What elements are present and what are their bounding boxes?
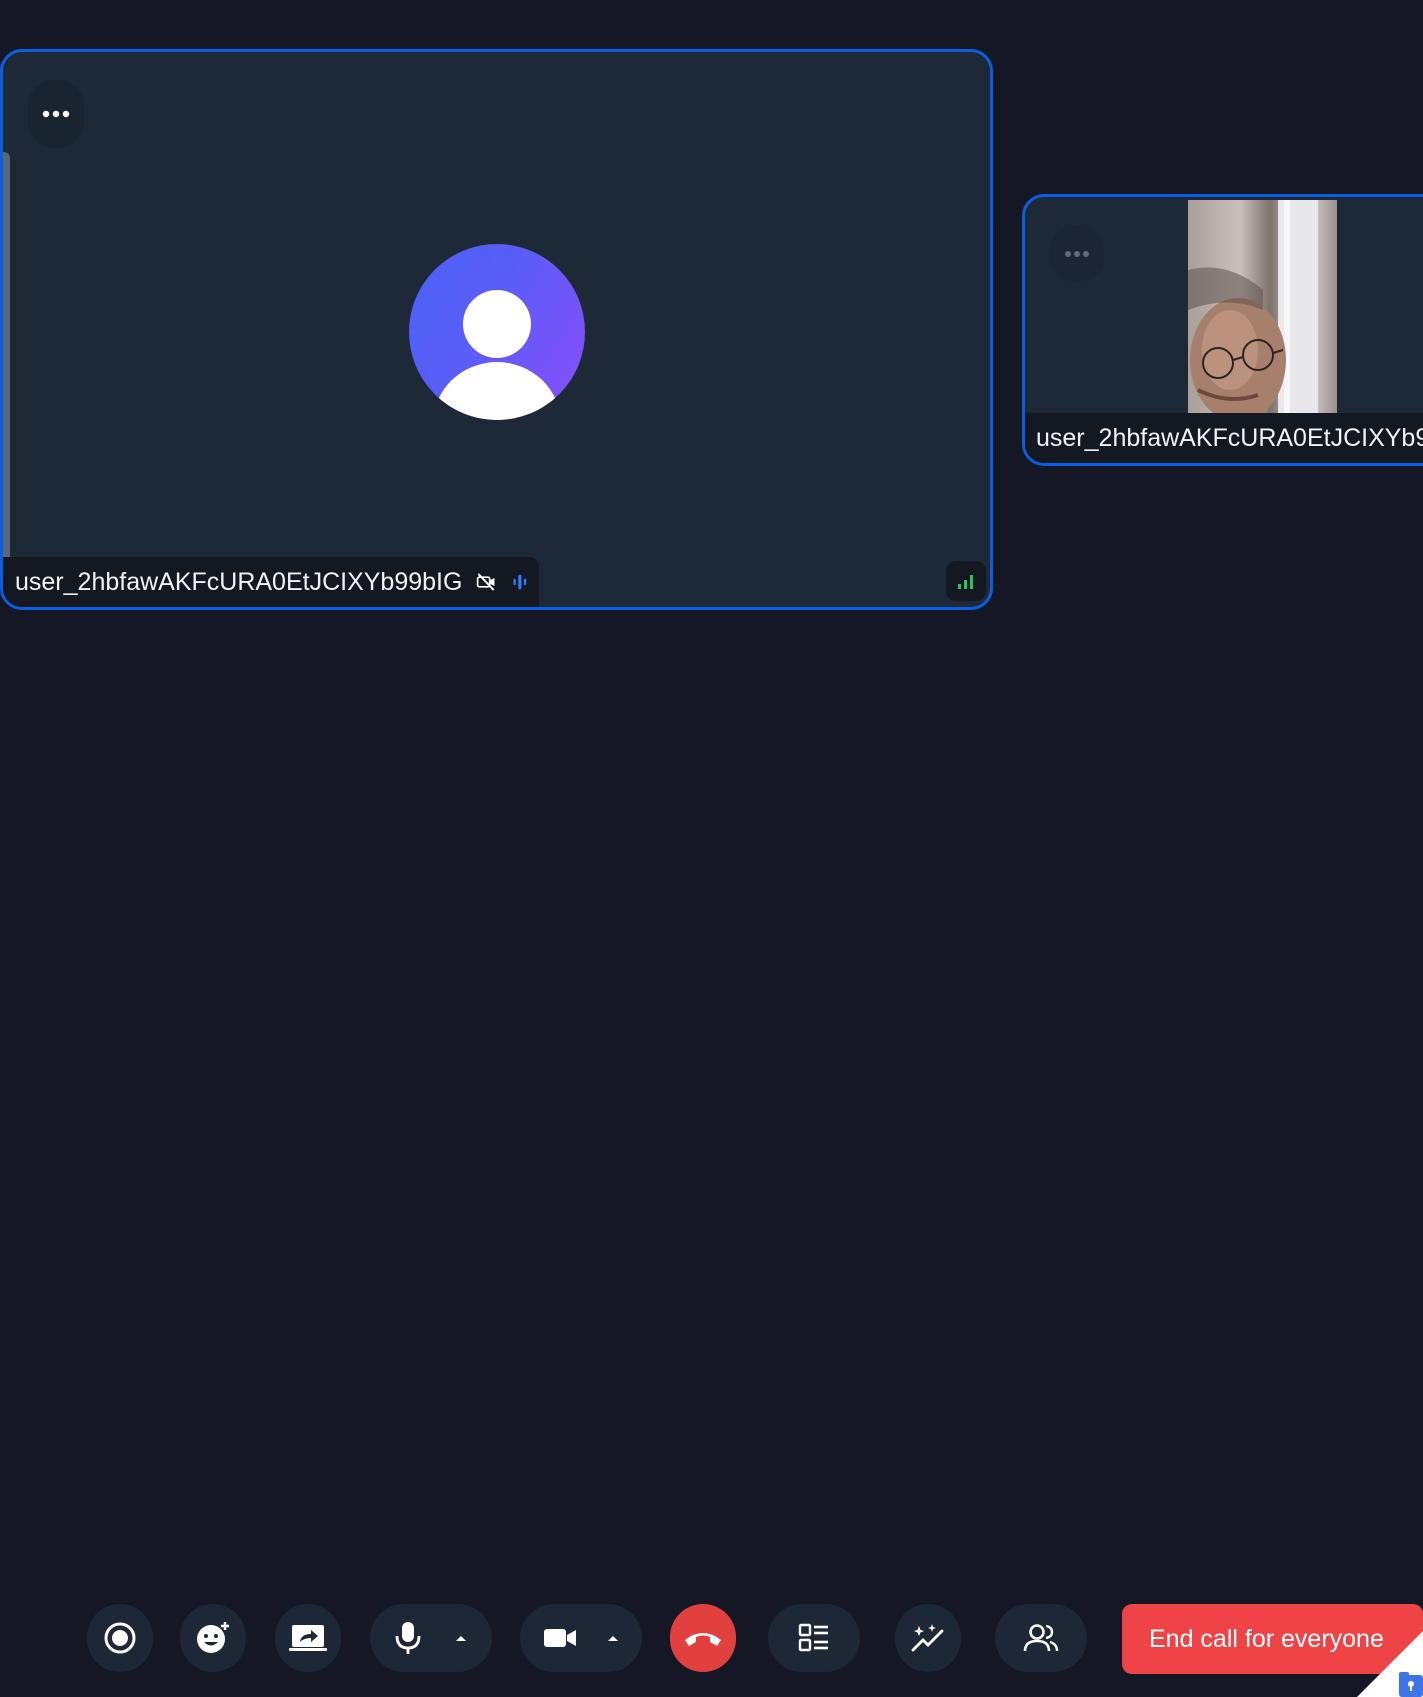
reaction-icon [197, 1622, 229, 1653]
participant-name-bar: user_2hbfawAKFcURA0EtJCIXYb9 [1025, 413, 1423, 463]
hang-up-button[interactable] [670, 1604, 736, 1672]
camera-icon [543, 1629, 576, 1647]
speaking-icon [513, 574, 527, 590]
camera-control[interactable] [520, 1604, 642, 1672]
screen-share-button[interactable] [275, 1604, 341, 1672]
lock-folder-icon[interactable] [1397, 1667, 1423, 1697]
microphone-control[interactable] [370, 1604, 492, 1672]
effects-icon [911, 1624, 944, 1652]
record-button[interactable] [87, 1604, 153, 1672]
layout-icon [798, 1623, 828, 1652]
participant-tile-side[interactable]: user_2hbfawAKFcURA0EtJCIXYb9 [1022, 194, 1423, 466]
side-panel-handle[interactable] [3, 152, 10, 582]
chevron-up-icon[interactable] [454, 1633, 468, 1643]
avatar-icon [433, 290, 561, 420]
effects-button[interactable] [895, 1604, 961, 1672]
end-call-for-everyone-label: End call for everyone [1149, 1624, 1384, 1653]
hang-up-icon [685, 1633, 721, 1646]
chevron-up-icon[interactable] [606, 1633, 620, 1643]
more-icon [1065, 251, 1089, 257]
participant-tile-main[interactable]: user_2hbfawAKFcURA0EtJCIXYb99bIG [0, 49, 993, 610]
video-off-icon [477, 573, 495, 591]
screen-share-icon [289, 1625, 327, 1651]
call-controls: End call for everyone [0, 1604, 1423, 1674]
connection-quality [946, 561, 986, 601]
reaction-button[interactable] [180, 1604, 246, 1672]
signal-icon [958, 575, 973, 589]
microphone-icon [395, 1622, 421, 1654]
participants-icon [1023, 1624, 1059, 1652]
participants-button[interactable] [995, 1604, 1087, 1672]
participant-video [1188, 200, 1337, 415]
participant-name: user_2hbfawAKFcURA0EtJCIXYb99bIG [15, 567, 463, 596]
record-icon [104, 1622, 136, 1654]
participant-name-bar: user_2hbfawAKFcURA0EtJCIXYb99bIG [3, 557, 539, 607]
participant-options-button[interactable] [1050, 225, 1104, 283]
participant-name: user_2hbfawAKFcURA0EtJCIXYb9 [1036, 423, 1423, 452]
avatar [409, 244, 585, 420]
more-icon [42, 110, 70, 118]
participant-options-button[interactable] [28, 80, 84, 148]
layout-button[interactable] [768, 1604, 860, 1672]
